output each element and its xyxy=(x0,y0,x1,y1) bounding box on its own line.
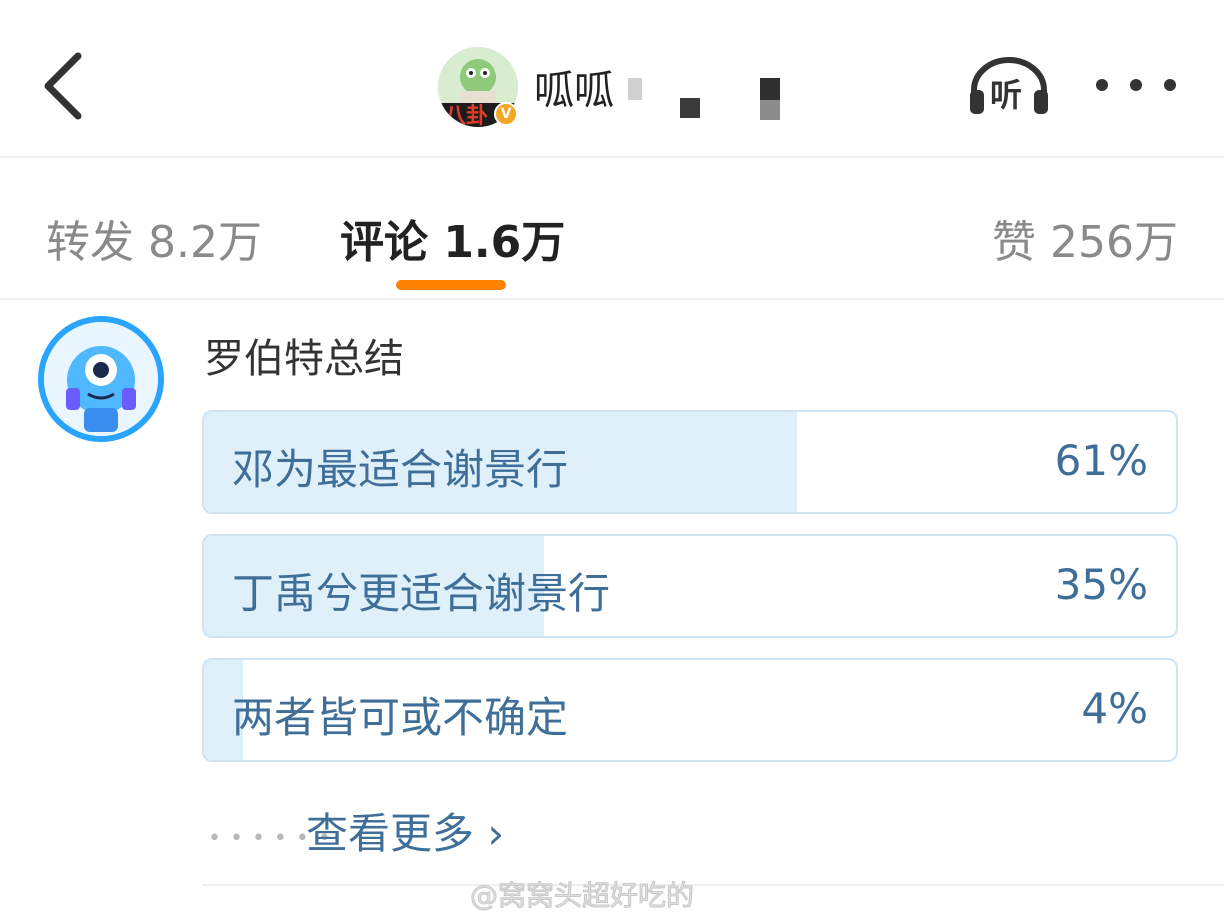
back-button[interactable] xyxy=(30,44,100,128)
commenter-avatar[interactable] xyxy=(38,316,164,442)
poll-option[interactable]: 丁禹兮更适合谢景行 35% xyxy=(202,534,1178,638)
censor-mosaic xyxy=(628,78,642,100)
poll-option[interactable]: 两者皆可或不确定 4% xyxy=(202,658,1178,762)
poll-option[interactable]: 邓为最适合谢景行 61% xyxy=(202,410,1178,514)
divider xyxy=(202,884,1224,886)
watermark: @窝窝头超好吃的 xyxy=(469,879,695,913)
poll-option-label: 丁禹兮更适合谢景行 xyxy=(232,569,611,618)
poll-option-percent: 4% xyxy=(1081,684,1148,733)
top-bar: 八卦 呱呱 V 听 xyxy=(0,0,1224,158)
interaction-tabs: 转发 8.2万 评论 1.6万 赞 256万 xyxy=(0,158,1224,300)
more-options-button[interactable] xyxy=(1096,70,1176,100)
censor-mosaic xyxy=(760,78,780,100)
verified-badge-icon: V xyxy=(494,102,518,126)
author-username[interactable]: 呱呱 xyxy=(534,58,614,116)
author-header[interactable]: 八卦 呱呱 xyxy=(438,46,614,128)
tab-repost[interactable]: 转发 8.2万 xyxy=(46,206,262,270)
listen-label: 听 xyxy=(990,76,1022,114)
see-more-label: 查看更多 xyxy=(306,809,475,858)
censor-mosaic xyxy=(680,98,700,118)
poll-option-label: 邓为最适合谢景行 xyxy=(232,445,569,494)
svg-text:八卦: 八卦 xyxy=(444,104,488,127)
more-dots-icon xyxy=(1164,79,1176,91)
see-more-link[interactable]: 查看更多 › xyxy=(306,800,504,861)
active-tab-indicator xyxy=(396,280,506,290)
tab-likes[interactable]: 赞 256万 xyxy=(992,206,1178,270)
more-dots-icon xyxy=(1096,79,1108,91)
listen-button[interactable]: 听 xyxy=(966,54,1052,118)
poll-option-percent: 35% xyxy=(1054,560,1148,609)
censor-mosaic xyxy=(760,100,780,120)
poll-option-percent: 61% xyxy=(1054,436,1148,485)
back-chevron-icon xyxy=(44,52,82,120)
headphones-icon: 听 xyxy=(970,57,1048,114)
poll-option-label: 两者皆可或不确定 xyxy=(232,693,569,742)
commenter-name[interactable]: 罗伯特总结 xyxy=(204,326,404,384)
tab-comments[interactable]: 评论 1.6万 xyxy=(340,206,565,270)
more-dots-icon xyxy=(1130,79,1142,91)
chevron-right-icon: › xyxy=(487,809,505,858)
